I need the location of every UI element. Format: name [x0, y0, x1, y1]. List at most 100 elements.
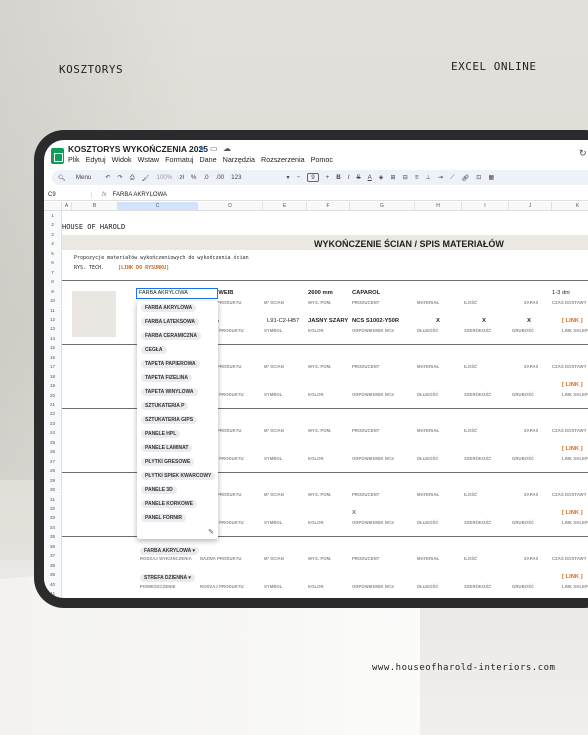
row-header[interactable]: 9	[44, 286, 62, 297]
decrease-decimal-button[interactable]: .0	[203, 174, 208, 181]
column-header-g[interactable]: G	[350, 202, 415, 211]
column-header-j[interactable]: J	[509, 202, 552, 211]
row-header[interactable]: 26	[44, 447, 62, 457]
borders-icon[interactable]: ⊞	[391, 174, 396, 181]
active-cell-c9[interactable]: FARBA AKRYLOWA	[136, 288, 218, 299]
shop-link[interactable]: LINK SKLEP	[562, 584, 588, 589]
insert-chart-icon[interactable]: ▦	[488, 174, 494, 181]
row-header[interactable]: 31	[44, 494, 62, 504]
column-header-b[interactable]: B	[72, 202, 118, 211]
product-link[interactable]: [ LINK ]	[562, 318, 583, 324]
row-header[interactable]: 27	[44, 456, 62, 467]
print-icon[interactable]: ⎙	[130, 174, 135, 182]
bold-button[interactable]: B	[336, 174, 340, 181]
row-header[interactable]: 1	[44, 211, 62, 221]
italic-button[interactable]: I	[348, 174, 350, 181]
row-header[interactable]: 39	[44, 570, 62, 580]
column-header-e[interactable]: E	[263, 202, 307, 211]
number-format-button[interactable]: 123	[231, 174, 241, 181]
dropdown-option[interactable]: SZTUKATERIA P	[141, 402, 189, 410]
row-header[interactable]: 11	[44, 305, 62, 315]
dropdown-option[interactable]: PŁYTKI GRESOWE	[141, 458, 195, 466]
undo-icon[interactable]: ↶	[105, 174, 110, 181]
row-header[interactable]: 16	[44, 352, 62, 363]
row-header[interactable]: 32	[44, 503, 62, 514]
merge-cells-icon[interactable]: ⊟	[403, 174, 408, 181]
shop-link[interactable]: LINK SKLEP	[562, 328, 588, 333]
column-header-a[interactable]: A	[62, 202, 72, 211]
font-size-decrease-button[interactable]: −	[297, 174, 301, 181]
dropdown-option[interactable]: PANELE HPL	[141, 430, 181, 438]
row-header[interactable]: 4	[44, 239, 62, 249]
select-all-corner[interactable]	[44, 202, 62, 211]
dropdown-option[interactable]: TAPETA FIZELINA	[141, 374, 192, 382]
row-header[interactable]: 17	[44, 362, 62, 372]
text-rotate-icon[interactable]: ⟋	[450, 174, 454, 182]
search-menu-button[interactable]: 🔍︎ Menu	[58, 174, 98, 182]
row-header[interactable]: 6	[44, 258, 62, 268]
drawing-link[interactable]: [LINK DO RYSUNKU]	[118, 265, 169, 271]
row-header[interactable]: 7	[44, 267, 62, 278]
row-header[interactable]: 28	[44, 466, 62, 476]
dropdown-option[interactable]: PANELE LAMINAT	[141, 444, 193, 452]
row-header[interactable]: 38	[44, 560, 62, 571]
fill-color-icon[interactable]: ◈	[379, 174, 384, 181]
name-box[interactable]: C9	[44, 191, 92, 198]
row-header[interactable]: 41	[44, 589, 62, 598]
row-header[interactable]: 8	[44, 277, 62, 287]
currency-format-button[interactable]: zł	[179, 174, 183, 181]
menu-narzedzia[interactable]: Narzędzia	[223, 155, 255, 164]
font-size-increase-button[interactable]: +	[326, 174, 330, 181]
font-size-input[interactable]: 9	[307, 173, 319, 182]
row-header[interactable]: 33	[44, 513, 62, 523]
percent-format-button[interactable]: %	[191, 174, 197, 181]
row-header[interactable]: 19	[44, 381, 62, 391]
row-header[interactable]: 36	[44, 541, 62, 552]
dropdown-option[interactable]: FARBA CERAMICZNA	[141, 332, 202, 340]
row-header[interactable]: 18	[44, 371, 62, 382]
zone-chip[interactable]: STREFA DZIENNA ▾	[140, 574, 195, 582]
zoom-select[interactable]: 100%	[157, 174, 173, 181]
shop-link[interactable]: LINK SKLEP	[562, 520, 588, 525]
row-header[interactable]: 2	[44, 220, 62, 230]
row-header[interactable]: 25	[44, 437, 62, 448]
strikethrough-button[interactable]: S	[356, 174, 360, 181]
sheets-logo-icon[interactable]	[51, 148, 64, 164]
row-header[interactable]: 12	[44, 314, 62, 325]
row-header[interactable]: 29	[44, 475, 62, 486]
row-header[interactable]: 3	[44, 229, 62, 240]
row-header[interactable]: 24	[44, 428, 62, 438]
document-title[interactable]: KOSZTORYS WYKOŃCZENIA 2025	[68, 144, 208, 154]
menu-edytuj[interactable]: Edytuj	[86, 155, 106, 164]
dropdown-option[interactable]: TAPETA PAPIEROWA	[141, 360, 200, 368]
row-header[interactable]: 14	[44, 333, 62, 344]
increase-decimal-button[interactable]: .00	[216, 174, 225, 181]
menu-widok[interactable]: Widok	[112, 155, 132, 164]
column-header-k[interactable]: K	[552, 202, 588, 211]
row-header[interactable]: 15	[44, 343, 62, 353]
row-header[interactable]: 30	[44, 485, 62, 495]
move-folder-icon[interactable]: ▭	[210, 144, 218, 153]
shop-link[interactable]: LINK SKLEP	[562, 392, 588, 397]
row-header[interactable]: 35	[44, 532, 62, 542]
dropdown-option[interactable]: TAPETA WINYLOWA	[141, 388, 198, 396]
shop-link[interactable]: LINK SKLEP	[562, 456, 588, 461]
menu-formatuj[interactable]: Formatuj	[165, 155, 193, 164]
row-header[interactable]: 37	[44, 551, 62, 561]
star-icon[interactable]: ★	[198, 144, 205, 153]
history-icon[interactable]: ↻	[579, 148, 587, 159]
dropdown-option[interactable]: PŁYTKI SPIEK KWARCOWY	[141, 472, 216, 480]
dropdown-option[interactable]: PANELE 3D	[141, 486, 177, 494]
product-link[interactable]: [ LINK ]	[562, 510, 583, 516]
menu-plik[interactable]: Plik	[68, 155, 80, 164]
text-color-button[interactable]: A	[368, 174, 372, 181]
insert-link-icon[interactable]: 🔗︎	[461, 174, 469, 182]
redo-icon[interactable]: ↷	[118, 174, 123, 181]
column-header-i[interactable]: I	[462, 202, 509, 211]
dropdown-option[interactable]: PANEL FORNIR	[141, 514, 187, 522]
row-header[interactable]: 20	[44, 390, 62, 400]
dropdown-option[interactable]: FARBA LATEKSOWA	[141, 318, 199, 326]
formula-input[interactable]: FARBA AKRYLOWA	[113, 192, 167, 198]
menu-rozszerzenia[interactable]: Rozszerzenia	[261, 155, 305, 164]
dropdown-option[interactable]: SZTUKATERIA GIPS	[141, 416, 198, 424]
